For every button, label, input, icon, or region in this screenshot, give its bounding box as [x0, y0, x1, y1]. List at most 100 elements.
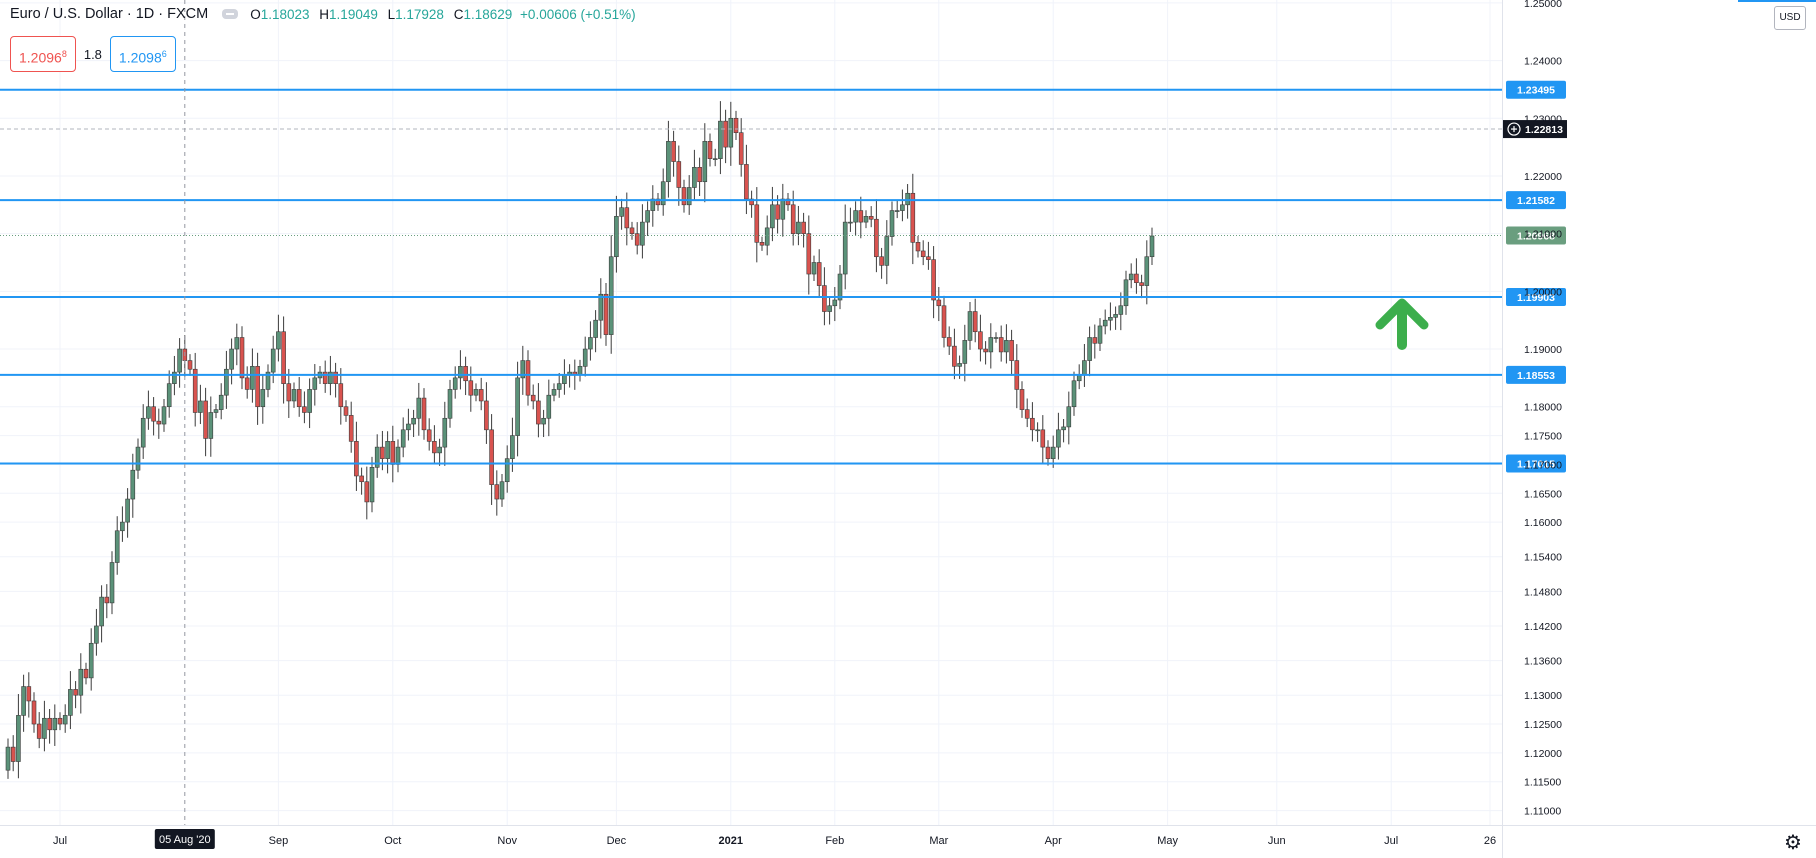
symbol-title[interactable]: Euro / U.S. Dollar · 1D · FXCM	[10, 6, 208, 22]
candle-body	[983, 348, 988, 353]
candle-body	[68, 689, 73, 716]
candle-body	[593, 319, 598, 338]
candle-body	[671, 141, 676, 162]
candle-body	[874, 218, 879, 258]
candle-body	[562, 374, 567, 384]
trade-buttons: 1.20968 1.8 1.20986	[10, 36, 176, 72]
candle-body	[614, 216, 619, 258]
price-tick-label: 1.25000	[1524, 0, 1562, 10]
price-tick-label: 1.12500	[1524, 719, 1562, 731]
candle-body	[546, 394, 552, 419]
candle-body	[853, 210, 858, 223]
candle-body	[359, 475, 364, 483]
candle-body	[109, 562, 115, 604]
candle-body	[463, 366, 468, 382]
candle-body	[936, 299, 942, 307]
annotation-layer: 05 Aug '20	[154, 0, 1429, 849]
candle-body	[348, 415, 354, 442]
candle-body	[738, 132, 744, 165]
candle-body	[556, 383, 562, 390]
candle-body	[905, 192, 910, 206]
candle-body	[972, 311, 978, 333]
candle-body	[1061, 426, 1066, 431]
candle-body	[36, 723, 42, 739]
candle-body	[967, 311, 973, 341]
candle-body	[842, 221, 848, 275]
candlestick-series	[5, 101, 1155, 779]
time-tick-label: Apr	[1045, 835, 1062, 847]
candle-body	[354, 441, 359, 477]
candle-body	[993, 337, 999, 339]
candle-body	[900, 204, 905, 211]
price-tick-label: 1.16000	[1524, 517, 1562, 529]
candle-body	[494, 484, 500, 500]
eye-icon[interactable]	[222, 9, 239, 19]
gear-icon[interactable]: ⚙	[1782, 832, 1804, 854]
candle-body	[884, 236, 890, 266]
candle-body	[728, 117, 734, 148]
candle-body	[1024, 409, 1030, 419]
time-axis[interactable]: Jul Sep Oct Nov Dec 2021 Feb Mar Apr May Jun Jul 26	[53, 835, 1496, 847]
candle-body	[270, 348, 276, 373]
candle-body	[1009, 340, 1014, 361]
price-tick-label: 1.13600	[1524, 656, 1562, 668]
candle-body	[863, 216, 869, 223]
candle-body	[504, 458, 510, 483]
candle-body	[1149, 235, 1155, 258]
candle-body	[629, 227, 635, 234]
candle-body	[1056, 429, 1061, 448]
candle-body	[224, 368, 229, 396]
chart-grid	[0, 0, 1502, 825]
time-tick-label: 2021	[719, 835, 743, 847]
candle-body	[1045, 446, 1051, 459]
currency-badge[interactable]: USD	[1774, 6, 1806, 30]
candle-body	[879, 256, 884, 266]
candle-body	[1087, 337, 1092, 361]
candle-body	[411, 417, 416, 425]
price-tick-label: 1.13000	[1524, 690, 1562, 702]
candle-body	[458, 366, 463, 379]
candle-body	[915, 242, 921, 252]
candle-body	[681, 187, 687, 206]
candle-body	[957, 363, 962, 367]
level-price-label: 1.21582	[1517, 195, 1555, 207]
time-tick-label: Dec	[607, 835, 627, 847]
candle-body	[426, 429, 432, 442]
candle-body	[130, 469, 136, 500]
candle-body	[395, 446, 401, 465]
candle-body	[390, 441, 396, 465]
candle-body	[104, 596, 110, 604]
candle-body	[343, 406, 349, 416]
sell-button[interactable]: 1.20968	[10, 36, 76, 72]
candle-body	[666, 141, 671, 183]
candle-body	[598, 293, 604, 321]
time-tick-label: Mar	[929, 835, 948, 847]
buy-price: 1.2098	[118, 49, 162, 66]
candle-body	[385, 441, 390, 459]
time-tick-label: Jul	[53, 835, 67, 847]
sell-pip: 8	[61, 49, 67, 59]
candle-body	[26, 686, 32, 702]
candle-body	[302, 406, 307, 413]
candle-body	[52, 717, 58, 731]
candle-body	[1092, 337, 1098, 344]
candle-body	[307, 389, 312, 413]
candle-body	[775, 204, 780, 220]
candle-body	[57, 717, 63, 725]
sell-price: 1.2096	[19, 49, 62, 66]
current-price-label: 1.22813	[1525, 124, 1563, 136]
high-value: 1.19049	[329, 6, 378, 22]
low-value: 1.17928	[395, 6, 444, 22]
candle-body	[31, 700, 37, 725]
candle-body	[790, 204, 796, 234]
candle-body	[1134, 273, 1139, 283]
candle-body	[478, 389, 484, 402]
candle-body	[692, 167, 697, 188]
close-label: C	[453, 6, 464, 22]
time-tick-label: Jul	[1384, 835, 1398, 847]
candle-body	[718, 120, 723, 159]
candle-body	[858, 210, 864, 223]
price-chart[interactable]: 1.228131.209681.234951.215821.199031.185…	[0, 0, 1816, 858]
buy-button[interactable]: 1.20986	[109, 36, 176, 72]
candle-body	[697, 167, 702, 183]
